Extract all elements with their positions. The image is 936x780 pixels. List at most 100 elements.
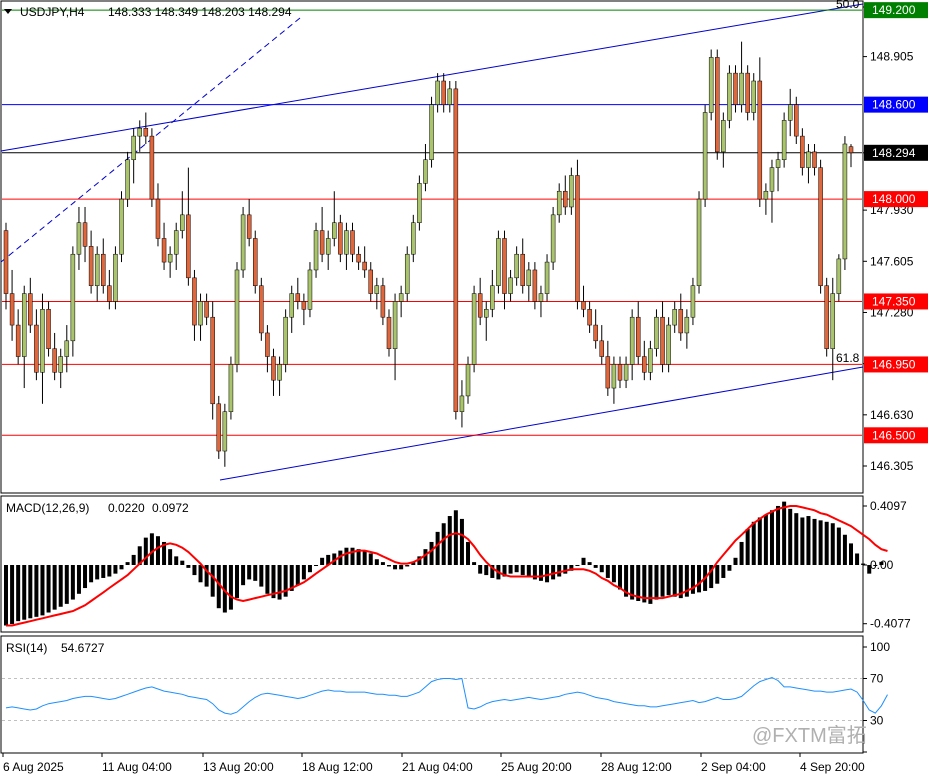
candle-body (648, 348, 653, 373)
candle-body (88, 246, 94, 286)
macd-bar (76, 565, 81, 594)
candle-body (289, 293, 294, 318)
candle-body (617, 364, 623, 381)
candle-body (848, 146, 854, 154)
candle-body (739, 72, 744, 105)
candle-body (380, 285, 386, 318)
macd-bar (739, 541, 744, 565)
macd-axis: 0.4097 0.00 -0.4077 (863, 499, 911, 631)
macd-bar (125, 562, 130, 565)
macd-bar (10, 565, 15, 625)
candle-body (587, 309, 592, 326)
candle-body (836, 258, 842, 294)
candle-body (824, 285, 829, 349)
macd-bar (484, 565, 489, 576)
candle-body (721, 120, 726, 153)
macd-bar (769, 510, 774, 565)
candle-body (325, 238, 331, 255)
macd-bar (344, 547, 349, 565)
macd-bar (429, 541, 434, 565)
candle-body (417, 183, 422, 223)
candle-body (544, 261, 550, 294)
candle-body (265, 332, 270, 357)
macd-indicator-title: MACD(12,26,9) (6, 501, 89, 515)
macd-bar (715, 565, 720, 584)
candle-body (678, 309, 684, 334)
macd-bar (836, 527, 841, 565)
price-level-tag-label: 147.350 (872, 294, 916, 308)
price-level-tag-label: 148.600 (872, 98, 916, 112)
candle-body (727, 72, 732, 121)
candle-body (404, 253, 410, 294)
candle-body (125, 159, 130, 200)
macd-bar (52, 565, 57, 610)
candle-body (386, 316, 392, 349)
macd-bar (776, 505, 781, 565)
macd-bar (855, 553, 860, 565)
time-axis: 6 Aug 2025 11 Aug 04:00 13 Aug 20:00 18 Aug… (2, 753, 865, 774)
fib-level-label-61-8: 61.8 (836, 351, 860, 365)
macd-bar (399, 565, 404, 570)
chart-menu-triangle-icon[interactable] (4, 9, 12, 14)
macd-bar (4, 565, 8, 626)
candle-body (642, 356, 647, 373)
macd-bar (545, 565, 550, 583)
candle-body (502, 238, 507, 294)
macd-bar (757, 517, 762, 565)
macd-bar (58, 565, 63, 607)
macd-bar (386, 565, 391, 567)
candle-body (830, 293, 836, 349)
candle-body (368, 269, 373, 294)
candle-body (252, 238, 258, 286)
macd-bar (435, 531, 440, 565)
time-axis-label: 13 Aug 20:00 (203, 760, 274, 774)
lower-channel-trendline[interactable] (219, 366, 864, 481)
macd-bar (89, 565, 94, 583)
macd-bar (563, 565, 568, 574)
candle-body (575, 175, 580, 302)
macd-bar (22, 565, 27, 620)
rsi-value: 54.6727 (61, 641, 105, 655)
macd-bar (459, 518, 464, 565)
candle-body (119, 198, 124, 255)
candle-body (514, 253, 519, 279)
time-axis-label: 4 Sep 20:00 (800, 760, 865, 774)
candle-body (356, 253, 361, 263)
candlestick-series (3, 41, 854, 467)
macd-bar (149, 533, 154, 565)
candle-body (508, 277, 513, 294)
candle-body (842, 143, 848, 260)
candle-body (800, 135, 805, 168)
candle-body (569, 175, 574, 208)
macd-bar (478, 565, 483, 574)
macd-bar (64, 565, 69, 604)
macd-bar (581, 557, 586, 565)
candle-body (441, 80, 446, 105)
candle-body (64, 340, 70, 357)
candle-body (277, 364, 282, 381)
macd-bar (210, 565, 215, 597)
macd-bar (362, 550, 367, 565)
candle-body (818, 167, 823, 286)
candle-body (751, 80, 756, 113)
macd-bar (526, 565, 531, 577)
candle-body (246, 214, 252, 239)
macd-bar (800, 517, 805, 565)
rsi-indicator-title: RSI(14) (6, 641, 47, 655)
macd-bar (40, 565, 45, 616)
candle-body (350, 230, 355, 255)
candle-body (532, 269, 538, 302)
price-axis-label: 146.630 (870, 408, 914, 422)
macd-bar (107, 565, 112, 577)
candle-body (660, 316, 665, 365)
macd-bar (849, 543, 853, 565)
macd-bar (788, 508, 793, 565)
rsi-axis-label: 70 (870, 672, 884, 686)
candle-body (186, 214, 191, 279)
candle-body (702, 112, 708, 200)
macd-bar (745, 528, 750, 565)
macd-bar (198, 565, 203, 583)
candle-body (423, 159, 428, 184)
macd-bar (368, 553, 373, 565)
chart-canvas[interactable]: 50.0 61.8 149.220148.905148.294147.93014… (0, 0, 936, 780)
